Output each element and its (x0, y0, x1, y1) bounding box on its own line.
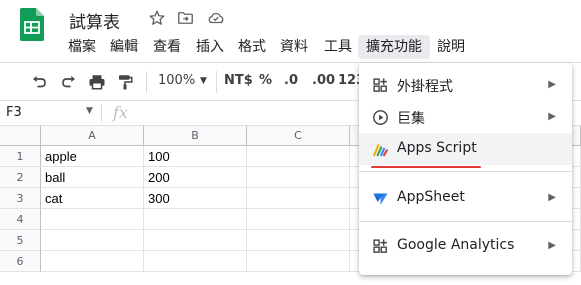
cell-a4[interactable] (41, 209, 144, 230)
menu-help[interactable]: 說明 (429, 35, 473, 59)
menu-extensions[interactable]: 擴充功能 (358, 35, 430, 59)
select-all-corner[interactable] (0, 126, 41, 146)
menu-insert[interactable]: 插入 (188, 35, 232, 59)
extensions-menu: 外掛程式 ▶ 巨集 ▶ Apps Script AppSheet ▶ Googl… (359, 63, 572, 275)
name-box-caret-icon[interactable]: ▼ (86, 106, 93, 116)
apps-script-icon (373, 144, 388, 157)
cell-a1[interactable]: apple (41, 146, 144, 167)
cell-c2[interactable] (247, 167, 350, 188)
app-header: 試算表 檔案 編輯 查看 插入 格式 資料 工具 擴充功能 說明 (0, 0, 581, 62)
menu-item-label: Google Analytics (397, 237, 515, 253)
currency-format-button[interactable]: NT$ (224, 73, 253, 88)
cell-a5[interactable] (41, 230, 144, 251)
column-header-b[interactable]: B (144, 126, 247, 146)
submenu-arrow-icon: ▶ (548, 240, 556, 251)
cell-a2[interactable]: ball (41, 167, 144, 188)
row-header[interactable]: 2 (0, 167, 41, 188)
undo-icon[interactable] (30, 73, 48, 91)
sheets-logo-icon[interactable] (20, 8, 44, 41)
cell-c1[interactable] (247, 146, 350, 167)
menu-file[interactable]: 檔案 (60, 35, 104, 59)
redo-icon[interactable] (60, 73, 78, 91)
addons-icon (373, 78, 387, 92)
zoom-select[interactable]: 100% (158, 73, 195, 88)
menu-edit[interactable]: 編輯 (102, 35, 146, 59)
print-icon[interactable] (88, 73, 106, 91)
percent-format-button[interactable]: % (259, 73, 272, 88)
column-header-a[interactable]: A (41, 126, 144, 146)
menu-data[interactable]: 資料 (272, 35, 316, 59)
submenu-arrow-icon: ▶ (548, 111, 556, 122)
menu-item-label: Apps Script (397, 140, 477, 156)
cell-b2[interactable]: 200 (144, 167, 247, 188)
fx-icon: fx (113, 103, 128, 122)
menu-item-apps-script[interactable]: Apps Script (359, 133, 572, 165)
cell-c3[interactable] (247, 188, 350, 209)
menu-view[interactable]: 查看 (145, 35, 189, 59)
menu-item-addons[interactable]: 外掛程式 ▶ (359, 69, 572, 101)
macro-play-icon (373, 110, 388, 125)
cell-b6[interactable] (144, 251, 247, 272)
menu-divider (359, 171, 572, 172)
menu-format[interactable]: 格式 (230, 35, 274, 59)
zoom-caret-icon[interactable]: ▼ (200, 76, 207, 86)
cell-b5[interactable] (144, 230, 247, 251)
cell-b4[interactable] (144, 209, 247, 230)
toolbar-divider (146, 71, 147, 93)
cell-c5[interactable] (247, 230, 350, 251)
cell-b1[interactable]: 100 (144, 146, 247, 167)
paint-format-icon[interactable] (116, 73, 134, 91)
row-header[interactable]: 1 (0, 146, 41, 167)
toolbar-divider (216, 71, 217, 93)
decrease-decimal-button[interactable]: .0 (284, 73, 298, 88)
apps-script-highlight-underline (371, 166, 481, 168)
menu-tools[interactable]: 工具 (316, 35, 360, 59)
menu-item-appsheet[interactable]: AppSheet ▶ (359, 182, 572, 214)
row-header[interactable]: 4 (0, 209, 41, 230)
menu-divider (359, 221, 572, 222)
increase-decimal-button[interactable]: .00 (312, 73, 335, 88)
submenu-arrow-icon: ▶ (548, 192, 556, 203)
menu-item-label: AppSheet (397, 189, 465, 205)
submenu-arrow-icon: ▶ (548, 79, 556, 90)
row-header[interactable]: 6 (0, 251, 41, 272)
column-header-c[interactable]: C (247, 126, 350, 146)
star-icon[interactable] (148, 9, 166, 27)
move-to-folder-icon[interactable] (176, 9, 195, 27)
name-box[interactable]: F3 (6, 105, 22, 120)
cell-c4[interactable] (247, 209, 350, 230)
analytics-addon-icon (373, 239, 387, 253)
menu-item-label: 巨集 (397, 111, 425, 127)
cell-b3[interactable]: 300 (144, 188, 247, 209)
cell-a3[interactable]: cat (41, 188, 144, 209)
cell-a6[interactable] (41, 251, 144, 272)
cell-c6[interactable] (247, 251, 350, 272)
formula-divider (101, 104, 102, 122)
appsheet-icon (373, 193, 388, 205)
menu-item-label: 外掛程式 (397, 79, 453, 95)
cloud-saved-icon[interactable] (206, 9, 226, 27)
menu-item-google-analytics[interactable]: Google Analytics ▶ (359, 230, 572, 262)
menu-item-macros[interactable]: 巨集 ▶ (359, 101, 572, 133)
row-header[interactable]: 5 (0, 230, 41, 251)
document-title[interactable]: 試算表 (69, 8, 120, 33)
row-header[interactable]: 3 (0, 188, 41, 209)
